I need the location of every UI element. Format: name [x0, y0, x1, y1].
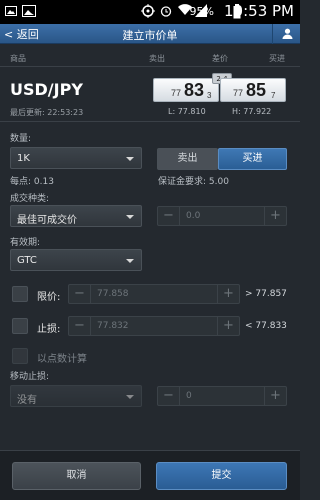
stop-label: 止损: [37, 324, 61, 335]
buy-quote-sup: 7 [271, 91, 276, 100]
user-button[interactable] [272, 24, 300, 44]
deal-type-label: 成交种类: [10, 194, 50, 204]
chevron-down-icon [126, 259, 134, 263]
user-icon [282, 28, 293, 39]
plus-button[interactable]: + [217, 317, 239, 335]
validity-select[interactable]: GTC [10, 249, 142, 271]
buy-button[interactable]: 买进 [218, 148, 287, 170]
col-spread: 差价 [212, 54, 228, 63]
status-time: 10:53 PM [224, 2, 294, 20]
minus-button[interactable]: − [158, 387, 180, 405]
sell-quote-sup: 3 [207, 91, 212, 100]
sell-quote-prefix: 77 [171, 88, 182, 98]
back-button[interactable]: < 返回 [4, 26, 39, 42]
trailing-stop-value: 没有 [17, 395, 37, 406]
photo-icon [22, 5, 36, 17]
stop-checkbox[interactable] [12, 318, 28, 334]
buy-quote-big: 85 [246, 80, 267, 100]
minus-button[interactable]: − [69, 317, 91, 335]
submit-button[interactable]: 提交 [156, 462, 287, 490]
limit-value: 77.858 [97, 289, 129, 299]
pips-label: 以点数计算 [37, 354, 87, 365]
sell-quote-big: 83 [184, 80, 205, 100]
plus-button[interactable]: + [217, 285, 239, 303]
divider [0, 66, 300, 67]
quantity-value: 1K [17, 153, 30, 164]
stop-value: 77.832 [97, 321, 129, 331]
deal-type-select[interactable]: 最佳可成交价 [10, 205, 142, 227]
sell-button[interactable]: 卖出 [157, 148, 218, 170]
chevron-down-icon [126, 215, 134, 219]
trailing-stop-select[interactable]: 没有 [10, 385, 142, 407]
low-price: L: 77.810 [168, 107, 206, 116]
limit-label: 限价: [37, 292, 61, 303]
buy-quote[interactable]: 77 85 7 [220, 78, 286, 102]
back-label: 返回 [16, 28, 39, 41]
limit-stepper[interactable]: − 77.858 + [68, 284, 240, 304]
trailing-stop-amount: 0 [186, 391, 192, 401]
limit-compare: > 77.857 [245, 289, 287, 299]
plus-button[interactable]: + [264, 387, 286, 405]
chevron-left-icon: < [4, 28, 14, 41]
trailing-stop-stepper[interactable]: − 0 + [157, 386, 287, 406]
gps-icon [141, 4, 155, 18]
battery-percent: 95% [189, 5, 214, 18]
deal-range-stepper[interactable]: − 0.0 + [157, 206, 287, 226]
last-updated: 最后更新: 22:53:23 [10, 107, 83, 118]
validity-label: 有效期: [10, 238, 41, 248]
buy-quote-prefix: 77 [233, 88, 244, 98]
quantity-select[interactable]: 1K [10, 147, 142, 169]
plus-button[interactable]: + [264, 207, 286, 225]
chevron-down-icon [126, 157, 134, 161]
sell-quote[interactable]: 77 83 3 [153, 78, 219, 102]
last-updated-label: 最后更新: [10, 108, 45, 117]
limit-checkbox[interactable] [12, 286, 28, 302]
col-sell: 卖出 [149, 54, 165, 63]
footer-bar: 取消 提交 [0, 450, 300, 500]
column-header: 商品 卖出 差价 买进 [0, 51, 300, 65]
divider [0, 121, 300, 122]
nav-bar: < 返回 建立市价单 [0, 24, 300, 44]
col-buy: 买进 [269, 54, 285, 63]
deal-type-value: 最佳可成交价 [17, 215, 77, 226]
stop-compare: < 77.833 [245, 321, 287, 331]
minus-button[interactable]: − [158, 207, 180, 225]
quantity-label: 数量: [10, 134, 32, 144]
trailing-stop-label: 移动止损: [10, 372, 50, 382]
high-price: H: 77.922 [232, 107, 272, 116]
validity-value: GTC [17, 255, 37, 266]
minus-button[interactable]: − [69, 285, 91, 303]
pip-value: 每点: 0.13 [10, 177, 54, 187]
page-title: 建立市价单 [122, 29, 178, 42]
instrument-pair: USD/JPY [10, 80, 83, 99]
status-bar: 95% 10:53 PM [0, 0, 300, 24]
cancel-button[interactable]: 取消 [12, 462, 141, 490]
chevron-down-icon [126, 395, 134, 399]
col-instrument: 商品 [10, 54, 26, 63]
pips-checkbox[interactable] [12, 348, 28, 364]
image-icon [5, 6, 17, 16]
alarm-icon [160, 6, 172, 17]
last-updated-time: 22:53:23 [47, 108, 84, 117]
stop-stepper[interactable]: − 77.832 + [68, 316, 240, 336]
margin-requirement: 保证金要求: 5.00 [158, 177, 229, 187]
deal-range-value: 0.0 [186, 211, 201, 221]
